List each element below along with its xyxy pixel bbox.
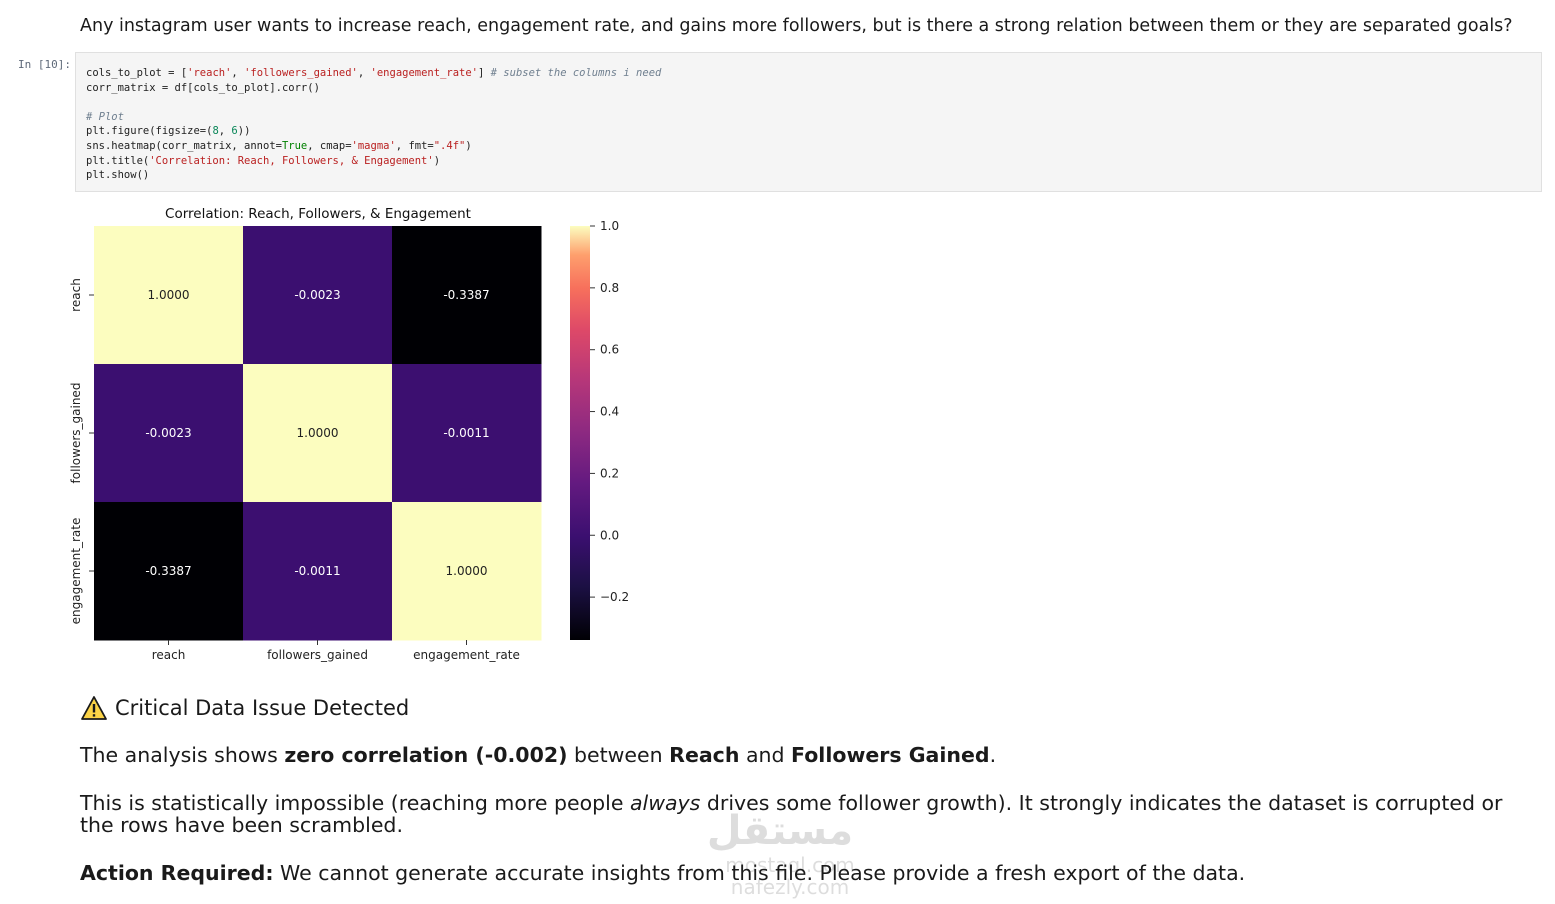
code-line: cols_to_plot = ['reach', 'followers_gain… [86, 67, 661, 79]
text: This is statistically impossible (reachi… [80, 791, 630, 815]
cell-annotation: 1.0000 [148, 288, 190, 302]
bold-text: Action Required: [80, 861, 274, 885]
italic-text: always [629, 791, 701, 815]
colorbar-tick-label: 0.6 [600, 343, 619, 357]
code-token: )) [237, 125, 251, 138]
cell-prompt: In [10]: [18, 58, 71, 71]
code-token: corr_matrix = df[cols_to_plot].corr() [86, 81, 320, 94]
cell-annotation: -0.0011 [294, 564, 340, 578]
text: and [739, 743, 792, 767]
code-token: plt.figure(figsize=( [86, 125, 213, 138]
code-token: plt.show() [86, 169, 150, 182]
code-token: # subset the columns i need [490, 67, 662, 79]
paragraph-correlation: The analysis shows zero correlation (-0.… [80, 744, 1520, 766]
code-token: cols_to_plot = [ [86, 67, 188, 79]
colorbar-tick-label: 0.2 [600, 466, 619, 480]
code-token: sns.heatmap(corr_matrix, annot= [86, 139, 282, 152]
code-token: ".4f" [433, 139, 466, 152]
code-line: # Plot [86, 111, 124, 123]
y-tick-label: followers_gained [69, 383, 83, 484]
code-line: sns.heatmap(corr_matrix, annot=True, cma… [86, 140, 472, 152]
cell-annotation: -0.3387 [145, 564, 191, 578]
analysis-output: Critical Data Issue Detected The analysi… [80, 692, 1520, 884]
chart-title: Correlation: Reach, Followers, & Engagem… [165, 206, 471, 222]
code-token: , [357, 67, 371, 79]
x-tick-label: followers_gained [267, 648, 368, 662]
code-line: plt.show() [86, 169, 149, 181]
code-cell[interactable]: cols_to_plot = ['reach', 'followers_gain… [75, 52, 1542, 192]
code-token: 'Correlation: Reach, Followers, & Engage… [149, 154, 434, 167]
code-token: True [281, 139, 308, 152]
colorbar-tick-label: −0.2 [600, 590, 629, 604]
heatmap-output: Correlation: Reach, Followers, & Engagem… [60, 196, 680, 676]
warning-heading: Critical Data Issue Detected [80, 692, 1520, 724]
cell-annotation: -0.0011 [443, 426, 489, 440]
x-tick-label: reach [152, 648, 186, 662]
cell-annotation: 1.0000 [297, 426, 339, 440]
text: between [567, 743, 670, 767]
y-tick-label: reach [69, 278, 83, 312]
bold-text: Followers Gained [791, 743, 990, 767]
paragraph-impossible: This is statistically impossible (reachi… [80, 792, 1520, 836]
bold-text: Reach [669, 743, 740, 767]
x-tick-label: engagement_rate [413, 648, 520, 662]
code-token: 'reach' [187, 67, 232, 79]
text: . [989, 743, 997, 767]
code-token: 'engagement_rate' [370, 67, 478, 79]
code-token: , cmap= [307, 139, 352, 152]
code-token: ) [465, 139, 472, 152]
code-token: ) [433, 154, 441, 167]
code-token: , [231, 67, 245, 79]
cell-annotation: -0.3387 [443, 288, 489, 302]
cell-annotation: -0.0023 [145, 426, 191, 440]
cell-annotation: 1.0000 [446, 564, 488, 578]
code-token: , [218, 125, 232, 138]
code-token: ] [478, 67, 491, 79]
colorbar-tick-label: 0.0 [600, 528, 619, 542]
warning-title: Critical Data Issue Detected [115, 696, 410, 720]
colorbar-tick-label: 0.4 [600, 405, 619, 419]
code-block[interactable]: cols_to_plot = ['reach', 'followers_gain… [76, 53, 1541, 183]
code-token: # Plot [86, 110, 124, 123]
bold-text: zero correlation (-0.002) [284, 743, 568, 767]
code-line: plt.figure(figsize=(8, 6)) [86, 125, 250, 137]
code-line: corr_matrix = df[cols_to_plot].corr() [86, 82, 320, 94]
code-line: plt.title('Correlation: Reach, Followers… [86, 155, 440, 167]
code-token: plt.title( [86, 154, 150, 167]
colorbar-tick-label: 0.8 [600, 281, 619, 295]
cell-annotation: -0.0023 [294, 288, 340, 302]
paragraph-action: Action Required: We cannot generate accu… [80, 862, 1520, 884]
colorbar [570, 226, 590, 640]
warning-triangle-icon [81, 696, 107, 720]
code-token: 'magma' [351, 139, 396, 152]
y-tick-label: engagement_rate [69, 518, 83, 625]
code-token: 'followers_gained' [244, 67, 358, 79]
question-text: Any instagram user wants to increase rea… [80, 16, 1513, 36]
code-token: , fmt= [395, 139, 434, 152]
colorbar-tick-label: 1.0 [600, 219, 619, 233]
heatmap-svg: Correlation: Reach, Followers, & Engagem… [69, 206, 629, 662]
text: We cannot generate accurate insights fro… [273, 861, 1246, 885]
text: The analysis shows [80, 743, 285, 767]
